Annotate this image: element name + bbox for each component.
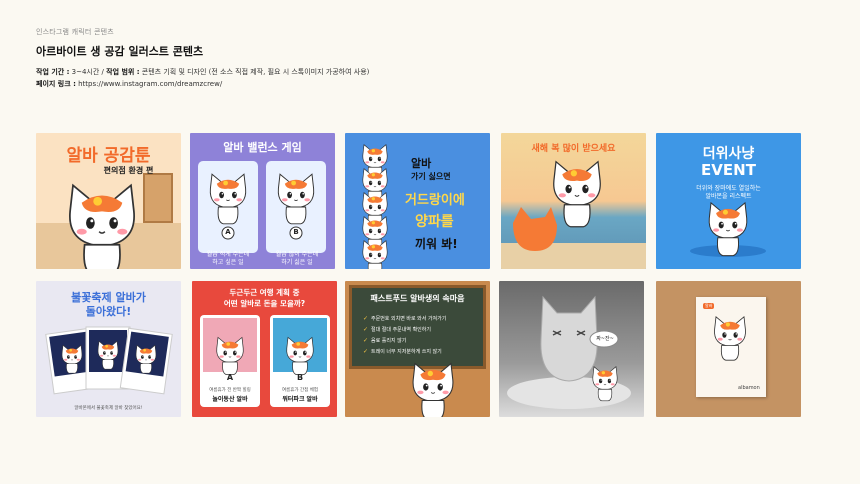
period-value: 3~4시간 / [69,68,107,76]
page-link[interactable]: https://www.instagram.com/dreamzcrew/ [76,80,222,88]
option-b-badge: B [293,228,299,236]
card-fireworks-festival[interactable]: 불꽃축제 알바가 돌아왔다! 알바몬에서 불꽃축제 알바 찾았어요! [36,281,181,417]
mascot-sticker [714,316,746,361]
option-a-text: 월급 적게 주는데 하고 싶은 일 [206,251,250,266]
page-link-row: 페이지 링크 : https://www.instagram.com/dream… [36,78,369,90]
card-footer: 알바몬에서 불꽃축제 알바 찾았어요! [74,406,143,411]
svg-text:✓: ✓ [363,348,368,355]
card-title-line: 가기 싫으면 [411,172,451,181]
option-a-badge: A [225,228,231,236]
mascot-illustration [69,184,135,269]
snow-cat-photo [507,295,631,409]
card-travel-plan[interactable]: 두근두근 여행 계획 중 어떤 알바로 돈을 모을까? A B 여름휴가 전 반… [192,281,337,417]
card-balance-game[interactable]: 알바 밸런스 게임 A B 월급 적게 주는데 하고 싶은 일 월급 많이 주는… [190,133,335,269]
period-label: 작업 기간 : [36,68,70,76]
work-info: 작업 기간 : 3~4시간 / 작업 범위 : 콘텐츠 기획 및 디자인 (전 … [36,66,369,78]
scope-value: 콘텐츠 기획 및 디자인 (전 소스 직접 제작, 필요 시 스톡이미지 가공하… [139,68,370,76]
mascot-illustration: ✓ ✓ ✓ ✓ [363,315,454,417]
option-a-badge: A [226,373,234,382]
card-title-line: 알바 [411,157,432,170]
photo-cards [45,326,173,395]
card-onion-tip[interactable]: 알바 가기 싫으면 거드랑이에 양파를 끼워 봐! [345,133,490,269]
card-new-year[interactable]: 새해 복 많이 받으세요 [501,133,646,269]
option-b-title: 워터파크 알바 [282,396,318,403]
mascot-illustration [513,161,601,251]
svg-text:✓: ✓ [363,337,368,344]
brand-mark: albamon [738,385,760,391]
mascot-illustration [209,173,315,240]
scope-label: 작업 범위 : [106,68,140,76]
page-title: 아르바이트 생 공감 일러스트 콘텐츠 [36,45,204,58]
option-b-text: 월급 많이 주는데 하기 싫은 일 [275,251,319,266]
link-label: 페이지 링크 : [36,80,76,88]
card-title-line: 끼워 봐! [415,237,458,251]
header: 인스타그램 캐릭터 콘텐츠 아르바이트 생 공감 일러스트 콘텐츠 작업 기간 … [36,27,369,90]
speech-bubble: 짜~잔~ [596,336,614,342]
option-b-caption: 여름휴가 간접 체험 [282,388,318,393]
mascot-illustration [690,202,766,257]
category-label: 인스타그램 캐릭터 콘텐츠 [36,28,114,36]
option-a-title: 놀이동산 알바 [212,396,248,403]
card-fastfood-thoughts[interactable]: 패스트푸드 알바생의 속마음 주문번호 외치면 바로 와서 가져가기 절대 절대… [345,281,490,417]
card-snow-sculpture[interactable]: 짜~잔~ [499,281,644,417]
card-title-line: 거드랑이에 [405,193,465,208]
card-sticker-photo[interactable]: 알바 albamon [656,281,801,417]
option-b-badge: B [296,373,304,382]
svg-text:✓: ✓ [363,315,368,322]
option-a-caption: 여름휴가 전 반짝 힐링 [209,388,251,393]
card-title-line: 양파를 [415,214,454,230]
card-convenience-store-toon[interactable]: 알바 공감툰 편의점 환경 편 [36,133,181,269]
svg-text:✓: ✓ [363,326,368,333]
card-heat-event[interactable]: 더위사냥 EVENT 더위와 장마에도 열일하는 알바몬을 리스펙트 [656,133,801,269]
project-meta: 작업 기간 : 3~4시간 / 작업 범위 : 콘텐츠 기획 및 디자인 (전 … [36,66,369,90]
